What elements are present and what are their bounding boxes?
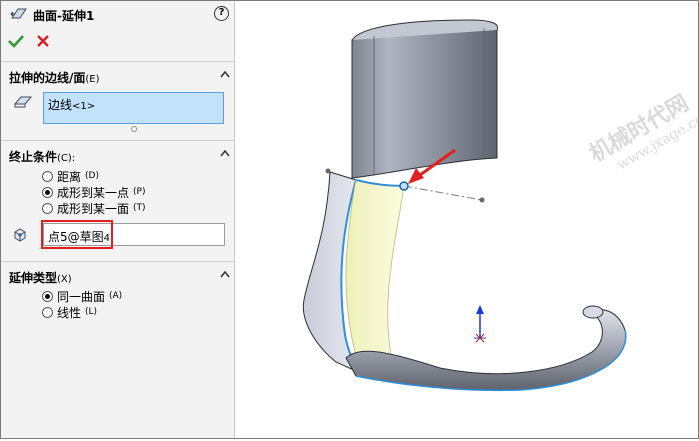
radio-linear[interactable]: 线性 (L): [42, 305, 97, 320]
red-highlight-box: [41, 220, 113, 249]
edges-group: 拉伸的边线/面(E) 边线<1>: [1, 61, 235, 139]
radio-up-to-point[interactable]: 成形到某一点 (P): [42, 185, 145, 200]
selection-box-resize-handle[interactable]: [131, 126, 137, 132]
tube-end-cap: [582, 305, 604, 319]
target-point: [399, 181, 409, 191]
edges-group-title: 拉伸的边线/面(E): [9, 71, 100, 85]
feature-title: 曲面-延伸1: [33, 9, 95, 23]
chevron-up-icon[interactable]: [220, 70, 230, 78]
vertex-cube-icon: [14, 228, 26, 242]
extension-type-group: 延伸类型(X) 同一曲面 (A) 线性 (L): [1, 261, 235, 331]
sketch-point: [479, 197, 485, 203]
edges-selection-value: 边线<1>: [48, 98, 96, 112]
help-icon[interactable]: ?: [214, 6, 229, 21]
close-icon[interactable]: [36, 34, 50, 48]
radio-button[interactable]: [42, 202, 53, 214]
extension-type-group-title: 延伸类型(X): [9, 271, 72, 285]
surface-extend-icon: [10, 8, 27, 19]
radio-button-selected[interactable]: [42, 186, 53, 198]
red-arrow-head: [408, 168, 424, 184]
edge-selection-icon: [13, 96, 33, 108]
edges-selection-box[interactable]: 边线<1>: [43, 92, 224, 124]
construction-line: [403, 185, 483, 201]
property-manager-panel: 曲面-延伸1 ? 拉伸的边线/面(E) 边线<1> 终止条件(C): 距离 (D…: [1, 1, 235, 438]
chevron-up-icon[interactable]: [220, 270, 230, 278]
property-manager-header: 曲面-延伸1 ?: [1, 1, 235, 59]
end-condition-group-title: 终止条件(C):: [9, 150, 76, 164]
graphics-viewport[interactable]: 机械时代网 www.jxage.com: [236, 1, 699, 438]
radio-same-surface[interactable]: 同一曲面 (A): [42, 289, 122, 304]
chevron-up-icon[interactable]: [220, 149, 230, 157]
radio-button[interactable]: [42, 306, 53, 318]
radio-up-to-surface[interactable]: 成形到某一面 (T): [42, 201, 146, 216]
origin-axis-y-head: [476, 305, 484, 314]
model-view: [302, 19, 627, 392]
checkmark-icon[interactable]: [8, 34, 24, 48]
radio-button-selected[interactable]: [42, 290, 53, 302]
end-condition-group: 终止条件(C): 距离 (D) 成形到某一点 (P) 成形到某一面 (T) 点5@草图…: [1, 140, 235, 260]
radio-button[interactable]: [42, 170, 53, 182]
extended-surface-preview: [345, 179, 405, 369]
radio-distance[interactable]: 距离 (D): [42, 169, 99, 184]
edge-endpoint: [325, 168, 331, 174]
